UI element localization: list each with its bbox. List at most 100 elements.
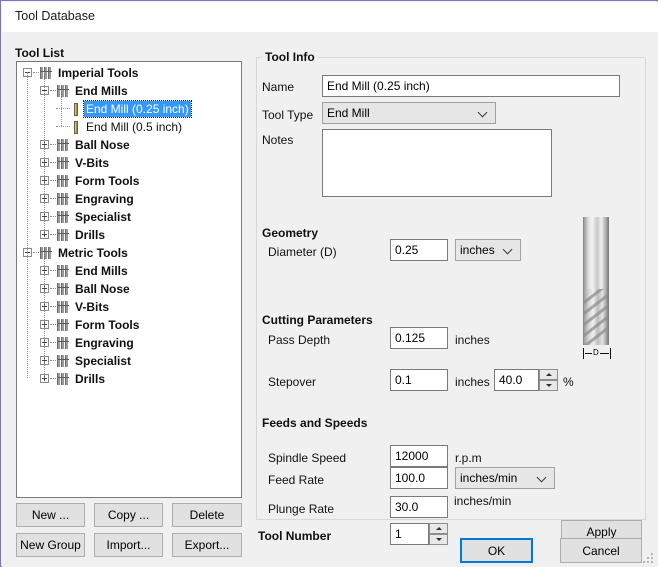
notes-textarea[interactable] — [322, 129, 552, 197]
tree-group-row[interactable]: End Mills — [17, 82, 241, 100]
tree-group-row[interactable]: Form Tools — [17, 172, 241, 190]
tool-group-icon — [40, 247, 53, 259]
tool-type-select[interactable]: End Mill — [322, 102, 496, 124]
tree-guide-line — [27, 252, 28, 378]
tree-row-label: Engraving — [75, 192, 134, 206]
tool-group-icon — [57, 175, 70, 187]
plunge-rate-units: inches/min — [454, 494, 512, 508]
title-bar: Tool Database — [2, 2, 658, 32]
tree-connector — [50, 198, 56, 199]
tool-tree[interactable]: Imperial Tools End Mills End Mill (0.25 in… — [16, 61, 242, 498]
tree-connector — [33, 72, 39, 73]
stepover-percent-value[interactable]: 40.0 — [494, 369, 539, 391]
tree-group-row[interactable]: Specialist — [17, 352, 241, 370]
tool-number-stepper[interactable]: 1 — [390, 523, 448, 545]
tree-row-label: Drills — [75, 372, 106, 386]
tree-group-row[interactable]: Ball Nose — [17, 136, 241, 154]
import-button[interactable]: Import... — [94, 533, 163, 557]
tree-group-row[interactable]: Metric Tools — [17, 244, 241, 262]
tool-number-value[interactable]: 1 — [390, 523, 429, 545]
tool-bit-icon — [72, 103, 80, 116]
tree-group-row[interactable]: Specialist — [17, 208, 241, 226]
tool-shank — [583, 217, 609, 289]
tool-database-window: Tool Database Tool List Imperial Tools En… — [0, 0, 658, 567]
chevron-down-icon — [538, 473, 547, 482]
stepover-percent-stepper[interactable]: 40.0 — [494, 369, 558, 391]
name-input[interactable]: End Mill (0.25 inch) — [322, 75, 620, 97]
tool-group-icon — [57, 301, 70, 313]
tool-type-label: Tool Type — [262, 108, 314, 122]
tool-group-icon — [57, 265, 70, 277]
stepover-label: Stepover — [268, 375, 317, 389]
diameter-label: Diameter (D) — [268, 245, 337, 259]
feed-rate-label: Feed Rate — [268, 473, 325, 487]
new-group-button[interactable]: New Group — [16, 533, 85, 557]
tool-list-label: Tool List — [15, 46, 65, 60]
export-button[interactable]: Export... — [172, 533, 242, 557]
tool-group-icon — [57, 283, 70, 295]
tree-group-row[interactable]: V-Bits — [17, 298, 241, 316]
tree-group-row[interactable]: V-Bits — [17, 154, 241, 172]
tool-group-icon — [57, 319, 70, 331]
feeds-and-speeds-section-label: Feeds and Speeds — [262, 416, 368, 430]
tree-tool-row[interactable]: End Mill (0.25 inch) — [17, 100, 241, 118]
tool-group-icon — [57, 355, 70, 367]
tree-connector — [50, 360, 56, 361]
resize-grip[interactable] — [643, 553, 654, 564]
tree-row-label: End Mills — [75, 84, 128, 98]
tool-group-icon — [57, 211, 70, 223]
tree-connector — [56, 108, 70, 109]
stepover-units: inches — [455, 375, 490, 389]
tool-group-icon — [57, 193, 70, 205]
tree-row-label: Engraving — [75, 336, 134, 350]
tree-connector — [50, 216, 56, 217]
pass-depth-input[interactable]: 0.125 — [390, 327, 448, 349]
tree-group-row[interactable]: Drills — [17, 370, 241, 388]
new-button[interactable]: New ... — [16, 503, 85, 527]
tree-row-label: Specialist — [75, 210, 132, 224]
tree-group-row[interactable]: End Mills — [17, 262, 241, 280]
diameter-units-select[interactable]: inches — [455, 239, 521, 261]
tool-number-label: Tool Number — [258, 529, 332, 543]
tree-group-row[interactable]: Engraving — [17, 334, 241, 352]
delete-button[interactable]: Delete — [172, 503, 242, 527]
tool-flutes — [583, 289, 609, 345]
tool-number-increment[interactable] — [429, 523, 448, 534]
notes-label: Notes — [262, 133, 294, 147]
tree-tool-row[interactable]: End Mill (0.5 inch) — [17, 118, 241, 136]
tree-row-label: Ball Nose — [75, 138, 130, 152]
feed-rate-units-value: inches/min — [460, 471, 518, 485]
tree-connector — [50, 90, 56, 91]
tool-group-icon — [57, 157, 70, 169]
stepover-percent-increment[interactable] — [539, 369, 558, 380]
tool-group-icon — [40, 67, 53, 79]
tool-number-decrement[interactable] — [429, 534, 448, 545]
tree-group-row[interactable]: Form Tools — [17, 316, 241, 334]
ok-button[interactable]: OK — [460, 538, 533, 563]
tree-connector — [50, 270, 56, 271]
tree-row-label: V-Bits — [75, 300, 110, 314]
window-title: Tool Database — [15, 9, 95, 23]
tree-group-row[interactable]: Imperial Tools — [17, 64, 241, 82]
stepover-percent-decrement[interactable] — [539, 380, 558, 391]
diameter-input[interactable]: 0.25 — [390, 239, 448, 261]
geometry-section-label: Geometry — [262, 226, 319, 240]
tree-row-label: Drills — [75, 228, 106, 242]
stepover-input[interactable]: 0.1 — [390, 369, 448, 391]
cancel-button[interactable]: Cancel — [560, 538, 642, 563]
pass-depth-units: inches — [455, 333, 490, 347]
copy-button[interactable]: Copy ... — [94, 503, 163, 527]
tree-row-label: Ball Nose — [75, 282, 130, 296]
tree-group-row[interactable]: Engraving — [17, 190, 241, 208]
spindle-speed-input[interactable]: 12000 — [390, 445, 448, 467]
tool-group-icon — [57, 229, 70, 241]
feed-rate-input[interactable]: 100.0 — [390, 467, 448, 489]
tree-group-row[interactable]: Ball Nose — [17, 280, 241, 298]
tool-info-group-label: Tool Info — [262, 50, 318, 64]
tool-type-value: End Mill — [327, 106, 370, 120]
tree-group-row[interactable]: Drills — [17, 226, 241, 244]
feed-rate-units-select[interactable]: inches/min — [455, 467, 555, 489]
tree-guide-line — [44, 252, 45, 378]
tree-connector — [33, 252, 39, 253]
plunge-rate-input[interactable]: 30.0 — [390, 496, 448, 518]
